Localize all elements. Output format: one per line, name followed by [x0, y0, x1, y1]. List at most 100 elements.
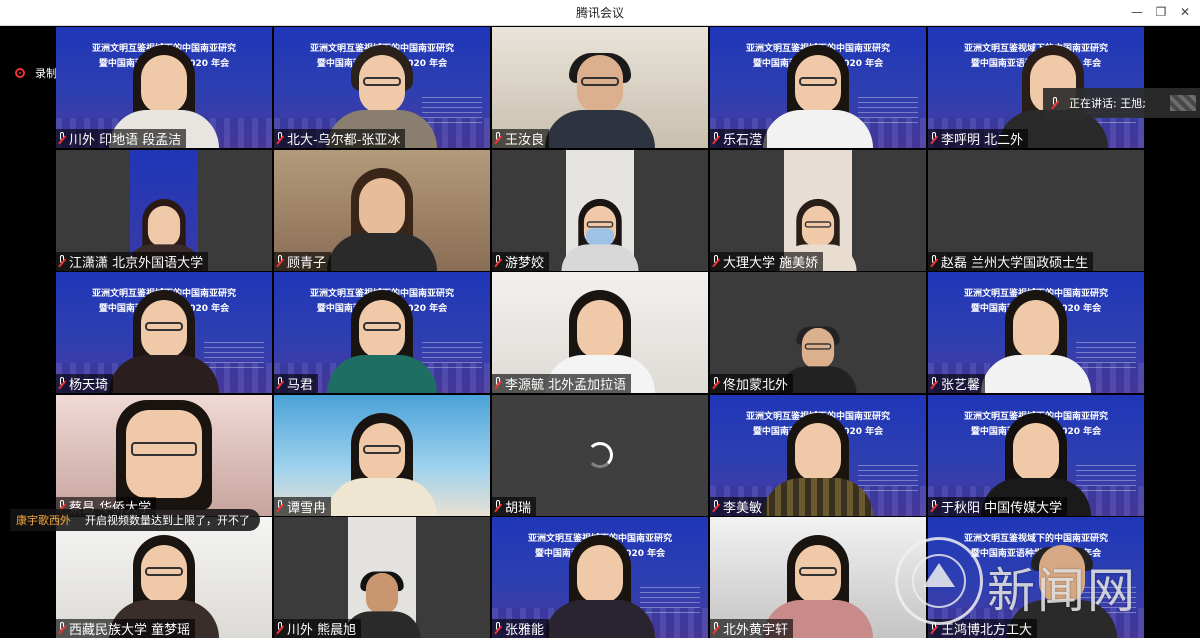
video-tile[interactable]: 江潇潇 北京外国语大学 [56, 149, 272, 271]
video-tile[interactable]: 亚洲文明互鉴视域下的中国南亚研究 暨中国南亚语种学会 2020 年会 川外 印地… [56, 27, 272, 148]
participant-label: 李呼明 北二外 [928, 129, 1029, 148]
participant-name: 杨天琦 [69, 378, 109, 393]
video-tile[interactable]: 王汝良 [492, 27, 708, 148]
participant-name: 乐石滢 [723, 133, 763, 148]
mic-muted-icon [276, 254, 284, 268]
mic-muted-icon [494, 499, 502, 513]
video-tile[interactable]: 大理大学 施美娇 [710, 149, 926, 271]
video-tile[interactable]: 亚洲文明互鉴视域下的中国南亚研究 暨中国南亚语种学会 2020 年会 杨天琦 [56, 272, 272, 393]
video-tile[interactable]: 谭雪冉 [274, 394, 490, 516]
participant-label: 于秋阳 中国传媒大学 [928, 496, 1068, 516]
participant-label: 川外 熊晨旭 [274, 619, 362, 638]
participant-label: 佟加蒙北外 [710, 374, 794, 393]
restore-icon[interactable]: ❐ [1150, 3, 1172, 21]
mic-muted-icon [712, 622, 720, 635]
mic-muted-icon [712, 377, 720, 390]
active-speaker-text: 正在讲话: 王旭; [1069, 97, 1146, 110]
participant-video [561, 149, 639, 271]
participant-name: 川外 印地语 段孟洁 [69, 133, 182, 148]
participant-video [763, 411, 873, 516]
participant-name: 大理大学 施美娇 [723, 255, 819, 271]
participant-name: 李美敏 [723, 500, 763, 516]
mic-muted-icon [276, 622, 284, 635]
participant-name: 佟加蒙北外 [723, 378, 789, 393]
participant-label: 顾青子 [274, 251, 332, 271]
participant-label: 胡瑞 [492, 496, 537, 516]
mic-muted-icon [58, 377, 66, 390]
participant-label: 川外 印地语 段孟洁 [56, 129, 187, 148]
mic-muted-icon [930, 132, 938, 145]
mic-muted-icon [930, 377, 938, 390]
participant-name: 胡瑞 [505, 500, 532, 516]
video-tile[interactable]: 川外 熊晨旭 [274, 517, 490, 638]
participant-figure [561, 197, 639, 271]
participant-video [779, 272, 857, 393]
minimize-icon[interactable]: — [1126, 3, 1148, 21]
participant-label: 北外黄宇轩 [710, 619, 794, 638]
close-icon[interactable]: ✕ [1174, 3, 1196, 21]
participant-video [545, 43, 655, 148]
mic-muted-icon [494, 622, 502, 635]
participant-name: 游梦姣 [505, 255, 545, 271]
participant-name: 谭雪冉 [287, 500, 327, 516]
mic-muted-icon [58, 132, 66, 145]
mic-muted-icon [58, 622, 66, 635]
participant-video [327, 166, 437, 271]
participant-name: 张雅能 [505, 623, 545, 638]
participant-label: 谭雪冉 [274, 496, 332, 516]
video-tile[interactable]: 亚洲文明互鉴视域下的中国南亚研究 暨中国南亚语种学会 2020 年会 张艺馨 [928, 272, 1144, 393]
mic-muted-icon [930, 499, 938, 513]
mic-muted-icon [276, 377, 284, 390]
video-tile[interactable]: 亚洲文明互鉴视域下的中国南亚研究 暨中国南亚语种学会 2020 年会 张雅能 [492, 517, 708, 638]
participant-label: 李源毓 北外孟加拉语 [492, 374, 632, 393]
mic-muted-icon [494, 377, 502, 390]
video-tile[interactable]: 蔡昌 华侨大学 [56, 394, 272, 516]
video-tile[interactable]: 亚洲文明互鉴视域下的中国南亚研究 暨中国南亚语种学会 2020 年会 北大-乌尔… [274, 27, 490, 148]
video-tile[interactable]: 顾青子 [274, 149, 490, 271]
mic-muted-icon [276, 499, 284, 513]
video-tile[interactable]: 游梦姣 [492, 149, 708, 271]
video-tile[interactable]: 赵磊 兰州大学国政硕士生 [928, 149, 1144, 271]
mic-muted-icon [712, 132, 720, 145]
participant-video [327, 411, 437, 516]
video-tile[interactable]: 亚洲文明互鉴视域下的中国南亚研究 暨中国南亚语种学会 2020 年会 于秋阳 中… [928, 394, 1144, 516]
video-tile[interactable]: 亚洲文明互鉴视域下的中国南亚研究 暨中国南亚语种学会 2020 年会 王鸿博北方… [928, 517, 1144, 638]
video-tile[interactable]: 西藏民族大学 童梦瑶 [56, 517, 272, 638]
video-tile[interactable]: 亚洲文明互鉴视域下的中国南亚研究 暨中国南亚语种学会 2020 年会 乐石滢 [710, 27, 926, 148]
mic-muted-icon [712, 499, 720, 513]
expand-handle-icon[interactable] [1170, 95, 1196, 111]
participant-label: 赵磊 兰州大学国政硕士生 [928, 251, 1094, 271]
video-tile[interactable]: 北外黄宇轩 [710, 517, 926, 638]
video-tile[interactable]: 李源毓 北外孟加拉语 [492, 272, 708, 393]
video-tile[interactable]: 佟加蒙北外 [710, 272, 926, 393]
window-title: 腾讯会议 [575, 6, 624, 20]
mic-icon [1051, 96, 1059, 110]
participant-name: 马君 [287, 378, 314, 393]
video-tile[interactable]: 亚洲文明互鉴视域下的中国南亚研究 暨中国南亚语种学会 2020 年会 马君 [274, 272, 490, 393]
participant-label: 张雅能 [492, 619, 550, 638]
participant-label: 乐石滢 [710, 129, 768, 148]
video-tile[interactable]: 亚洲文明互鉴视域下的中国南亚研究 暨中国南亚语种学会 2020 年会 李美敏 [710, 394, 926, 516]
participant-name: 北外黄宇轩 [723, 623, 789, 638]
mic-muted-icon [276, 132, 284, 145]
video-grid: 亚洲文明互鉴视域下的中国南亚研究 暨中国南亚语种学会 2020 年会 川外 印地… [56, 27, 1144, 638]
video-tile[interactable]: 胡瑞 [492, 394, 708, 516]
participant-name: 李源毓 北外孟加拉语 [505, 378, 627, 393]
participant-name: 北大-乌尔都-张亚冰 [287, 133, 401, 148]
mic-muted-icon [930, 622, 938, 635]
chat-bubble[interactable]: 康宇歌西外 开启视频数量达到上限了，开不了 [10, 509, 260, 531]
participant-video [327, 288, 437, 393]
participant-label: 马君 [274, 374, 319, 393]
participant-video [981, 288, 1091, 393]
participant-name: 江潇潇 北京外国语大学 [69, 255, 204, 271]
loading-spinner-icon [587, 442, 613, 468]
participant-label: 李美敏 [710, 496, 768, 516]
mic-muted-icon [930, 254, 938, 268]
participant-label: 张艺馨 [928, 374, 986, 393]
participant-video [545, 533, 655, 638]
participant-name: 西藏民族大学 童梦瑶 [69, 623, 191, 638]
participant-video [763, 43, 873, 148]
record-icon [15, 68, 25, 78]
participant-name: 川外 熊晨旭 [287, 623, 357, 638]
participant-video [109, 288, 219, 393]
